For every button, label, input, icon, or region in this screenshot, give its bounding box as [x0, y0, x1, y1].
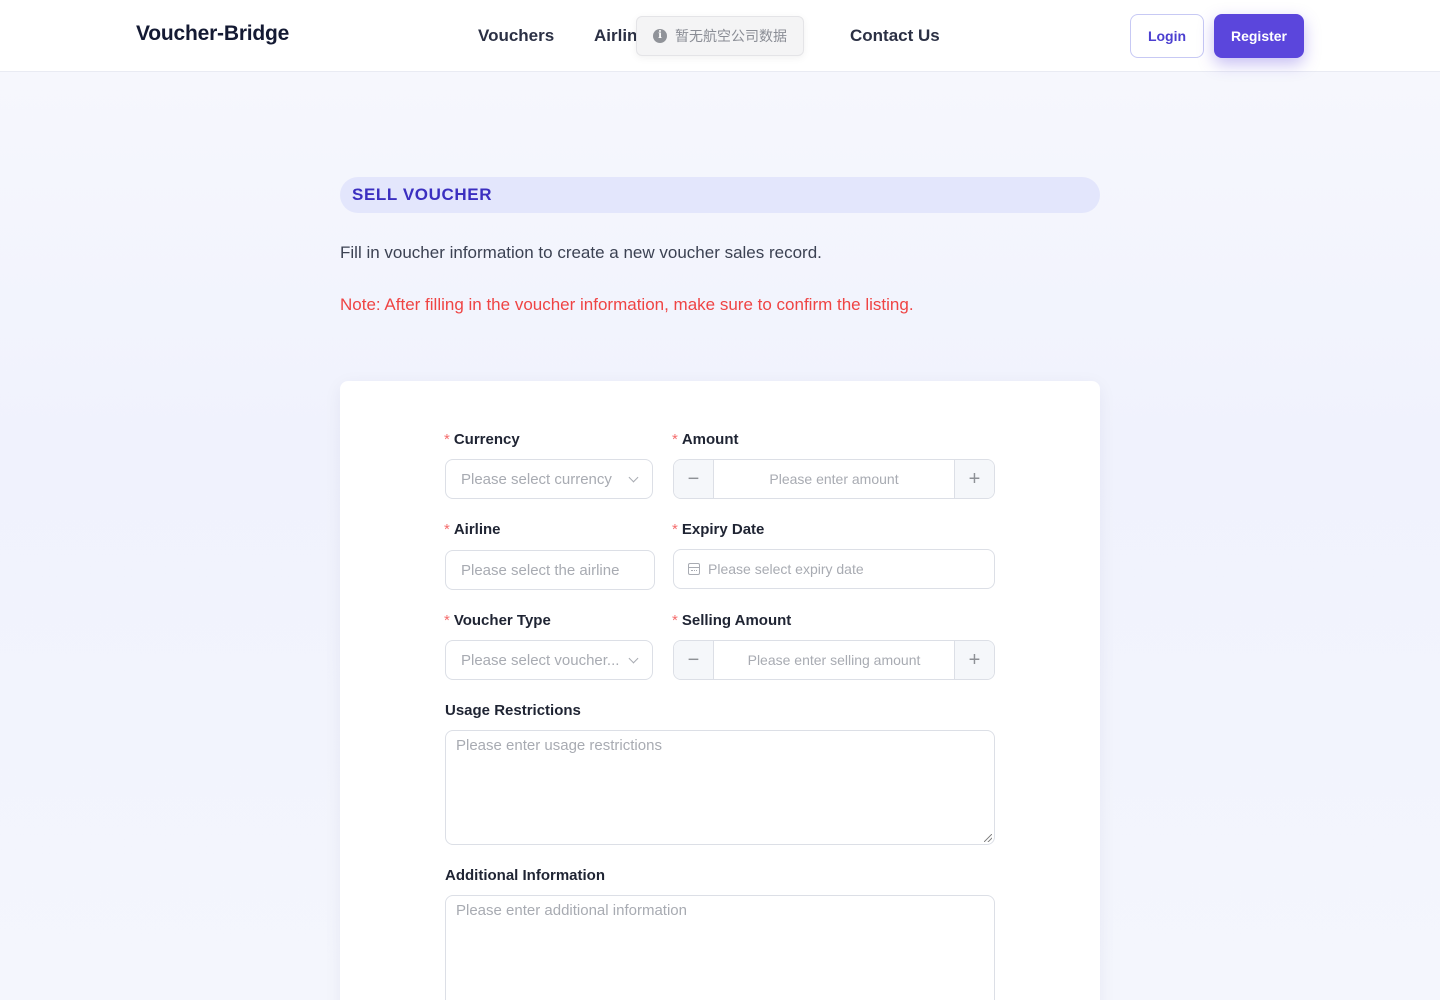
expiry-date-label: * Expiry Date — [672, 521, 765, 538]
selling-amount-decrease-button[interactable]: − — [674, 641, 714, 679]
currency-label: * Currency — [444, 431, 520, 448]
required-mark: * — [444, 431, 450, 448]
register-button[interactable]: Register — [1214, 14, 1304, 58]
amount-label: * Amount — [672, 431, 739, 448]
selling-amount-input[interactable] — [714, 641, 954, 679]
selling-amount-label: * Selling Amount — [672, 612, 792, 629]
selling-amount-increase-button[interactable]: + — [954, 641, 994, 679]
calendar-icon — [688, 563, 700, 575]
resize-handle[interactable] — [984, 834, 992, 842]
page-title: SELL VOUCHER — [340, 177, 1100, 213]
nav-airlines[interactable]: Airlin — [594, 26, 637, 46]
amount-decrease-button[interactable]: − — [674, 460, 714, 498]
airline-label: * Airline — [444, 521, 501, 538]
usage-restrictions-label: Usage Restrictions — [445, 702, 581, 719]
chevron-down-icon — [628, 653, 639, 663]
selling-amount-stepper: − + — [673, 640, 995, 680]
amount-input[interactable] — [714, 460, 954, 498]
voucher-type-placeholder: Please select voucher... — [461, 651, 620, 669]
login-button[interactable]: Login — [1130, 14, 1204, 58]
expiry-date-picker[interactable] — [673, 549, 995, 589]
nav-vouchers[interactable]: Vouchers — [478, 26, 554, 46]
page-note: Note: After filling in the voucher infor… — [340, 295, 914, 314]
expiry-date-input[interactable] — [708, 561, 980, 577]
additional-info-field[interactable] — [445, 895, 995, 1000]
currency-placeholder: Please select currency — [461, 470, 612, 488]
voucher-type-select[interactable]: Please select voucher... — [445, 640, 653, 680]
additional-info-textarea[interactable] — [446, 896, 994, 1000]
voucher-form-card: * Currency Please select currency * Amount… — [340, 381, 1100, 1000]
airline-field[interactable] — [445, 550, 655, 590]
amount-increase-button[interactable]: + — [954, 460, 994, 498]
airline-input[interactable] — [461, 561, 639, 579]
voucher-type-label: * Voucher Type — [444, 612, 551, 629]
amount-stepper: − + — [673, 459, 995, 499]
info-icon: i — [653, 29, 667, 43]
currency-select[interactable]: Please select currency — [445, 459, 653, 499]
page-description: Fill in voucher information to create a … — [340, 243, 822, 262]
chevron-down-icon — [628, 472, 639, 482]
additional-info-label: Additional Information — [445, 867, 605, 884]
usage-restrictions-textarea[interactable] — [446, 731, 994, 844]
info-toast: i 暂无航空公司数据 — [636, 16, 804, 56]
nav-contact-us[interactable]: Contact Us — [850, 26, 940, 46]
toast-message: 暂无航空公司数据 — [675, 28, 787, 44]
usage-restrictions-field[interactable] — [445, 730, 995, 845]
